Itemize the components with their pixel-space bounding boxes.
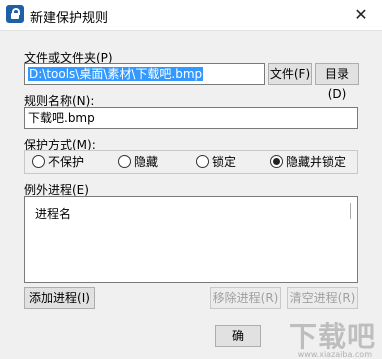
process-list[interactable]: 进程名 [24, 196, 358, 283]
close-icon[interactable]: ✕ [340, 0, 382, 30]
remove-process-button[interactable]: 移除进程(R) [210, 287, 281, 309]
radio-circle [118, 155, 131, 168]
watermark-logo: 下载吧 [288, 320, 376, 353]
radio-hide[interactable]: 隐藏 [118, 154, 158, 170]
window-title: 新建保护规则 [30, 11, 109, 26]
add-process-button[interactable]: 添加进程(I) [24, 287, 95, 309]
title-bar: 新建保护规则 ✕ [0, 0, 382, 31]
radio-circle-selected [270, 155, 283, 168]
radio-circle [32, 155, 45, 168]
clear-process-button[interactable]: 清空进程(R) [287, 287, 358, 309]
radio-hide-and-lock[interactable]: 隐藏并锁定 [270, 154, 346, 170]
lock-icon [6, 5, 24, 23]
radio-no-protect[interactable]: 不保护 [32, 154, 84, 170]
ok-button[interactable]: 确 [215, 325, 261, 347]
file-button[interactable]: 文件(F) [268, 63, 312, 85]
process-column-header: 进程名 [35, 207, 72, 221]
watermark-url: www.xiazaiba.com [297, 350, 372, 359]
directory-button[interactable]: 目录(D) [315, 63, 359, 101]
path-input[interactable]: D:\tools\桌面\素材\下载吧.bmp [24, 63, 265, 85]
rule-name-input[interactable]: 下载吧.bmp [24, 107, 358, 129]
radio-circle [196, 155, 209, 168]
path-input-value: D:\tools\桌面\素材\下载吧.bmp [28, 67, 204, 81]
radio-lock[interactable]: 锁定 [196, 154, 236, 170]
list-divider [350, 203, 351, 219]
